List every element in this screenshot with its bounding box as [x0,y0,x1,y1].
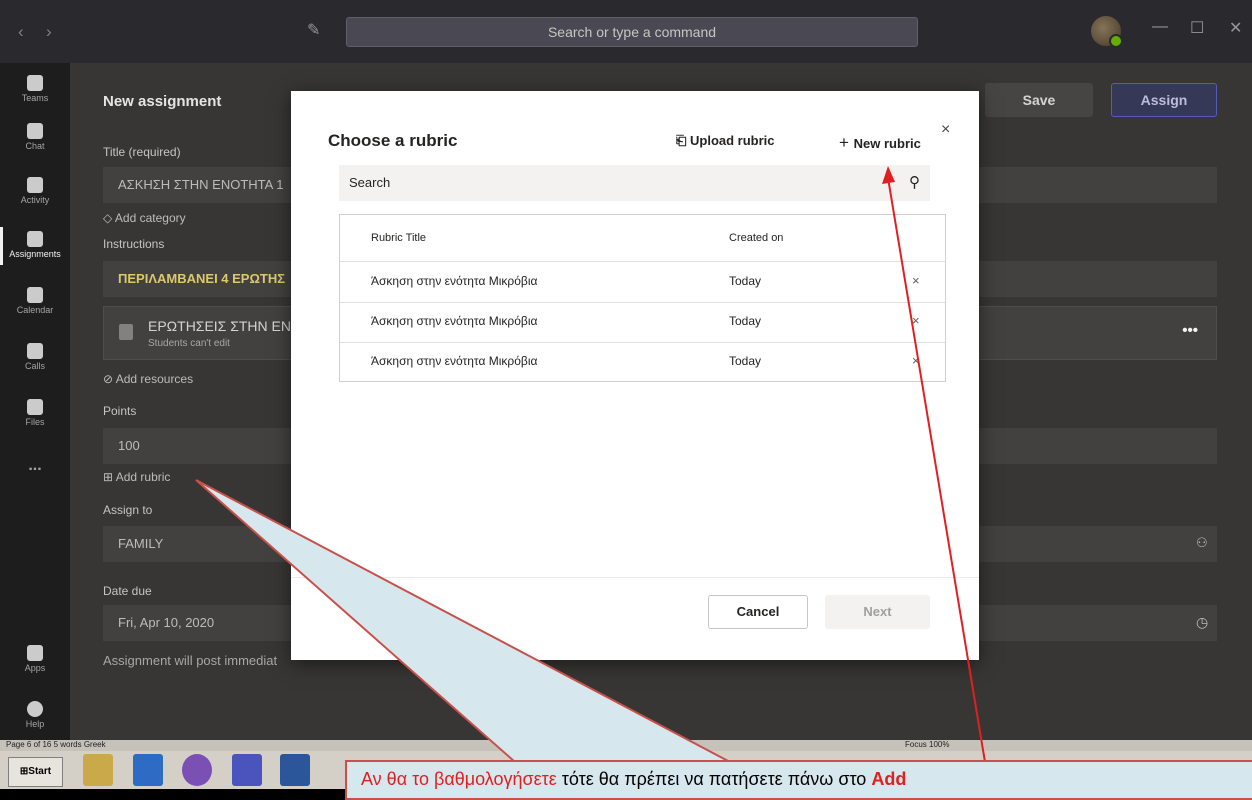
next-button[interactable]: Next [825,595,930,629]
rubric-title: Άσκηση στην ενότητα Μικρόβια [371,314,538,328]
table-row[interactable]: Άσκηση στην ενότητα Μικρόβια Today × [340,302,945,343]
status-left: Page 6 of 16 5 words Greek [6,740,106,749]
teams-icon[interactable] [232,754,262,786]
instruction-callout: Αν θα το βαθμολογήσετε τότε θα πρέπει να… [345,760,1252,800]
teams-window: ‹ › ✎ Search or type a command — ☐ ✕ Tea… [0,0,1252,740]
dialog-close-icon[interactable]: × [941,121,950,139]
table-header: Rubric Title Created on [340,215,945,262]
search-icon[interactable]: ⚲ [909,165,920,201]
delete-icon[interactable]: × [912,313,920,328]
dialog-title: Choose a rubric [328,131,458,150]
upload-icon: ⎗ [676,133,691,148]
start-button[interactable]: ⊞Start [8,757,63,787]
col-created-on: Created on [729,232,784,244]
cancel-button[interactable]: Cancel [708,595,808,629]
table-row[interactable]: Άσκηση στην ενότητα Μικρόβια Today × [340,342,945,382]
status-right: Focus 100% [905,740,950,749]
col-rubric-title: Rubric Title [371,232,427,244]
viber-icon[interactable] [182,754,212,786]
rubric-created: Today [729,314,762,328]
plus-icon: + [839,133,854,152]
upload-rubric-button[interactable]: ⎗ Upload rubric [676,133,775,149]
new-rubric-button[interactable]: + New rubric [839,133,921,153]
rubric-created: Today [729,354,762,368]
rubric-created: Today [729,274,762,288]
word-status-bar: Page 6 of 16 5 words Greek Focus 100% [0,740,1252,751]
word-icon[interactable] [280,754,310,786]
rubric-table: Rubric Title Created on Άσκηση στην ενότ… [339,214,946,382]
rubric-title: Άσκηση στην ενότητα Μικρόβια [371,354,538,368]
file-explorer-icon[interactable] [83,754,113,786]
table-row[interactable]: Άσκηση στην ενότητα Μικρόβια Today × [340,262,945,303]
dialog-divider [291,577,979,578]
rubric-search-input[interactable]: Search ⚲ [339,165,930,201]
delete-icon[interactable]: × [912,353,920,368]
delete-icon[interactable]: × [912,273,920,288]
choose-rubric-dialog: Choose a rubric ⎗ Upload rubric + New ru… [291,91,979,660]
rubric-title: Άσκηση στην ενότητα Μικρόβια [371,274,538,288]
outlook-icon[interactable] [133,754,163,786]
